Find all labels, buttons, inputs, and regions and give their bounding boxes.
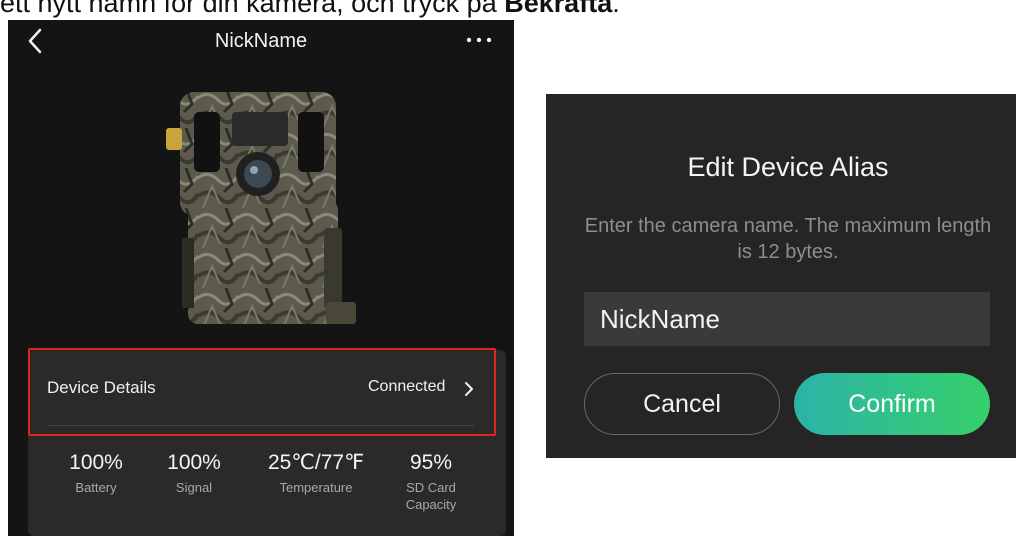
battery-label: Battery — [75, 480, 117, 495]
signal-value: 100% — [167, 451, 221, 474]
trail-camera-image — [166, 92, 356, 324]
alias-input[interactable] — [584, 292, 990, 346]
dialog-title: Edit Device Alias — [687, 152, 889, 182]
dialog-description: Enter the camera name. The maximum lengt… — [584, 215, 992, 263]
more-options-icon[interactable] — [464, 34, 494, 46]
sd-card-value: 95% — [409, 451, 453, 474]
stat-battery: 100% Battery — [46, 450, 146, 496]
sd-card-label: SD Card Capacity — [405, 480, 457, 512]
signal-label: Signal — [175, 480, 213, 495]
divider — [48, 425, 474, 426]
connection-status: Connected — [368, 378, 446, 395]
instruction-caption: ett nytt namn för din kamera, och tryck … — [0, 0, 760, 20]
page-title: NickName — [214, 30, 308, 52]
battery-value: 100% — [69, 451, 123, 474]
device-screen: NickName Device Details Connected 100% B… — [8, 20, 514, 536]
cancel-button[interactable]: Cancel — [584, 373, 780, 435]
device-details-label[interactable]: Device Details — [47, 378, 156, 398]
top-bar: NickName — [8, 20, 514, 64]
caption-end: . — [612, 0, 620, 18]
edit-alias-dialog: Edit Device Alias Enter the camera name.… — [546, 94, 1016, 458]
confirm-button[interactable]: Confirm — [794, 373, 990, 435]
chevron-right-icon[interactable] — [462, 380, 476, 398]
stat-temperature: 25℃/77℉ Temperature — [266, 450, 366, 496]
stat-sd-card: 95% SD Card Capacity — [381, 450, 481, 513]
caption-text: ett nytt namn för din kamera, och tryck … — [0, 0, 505, 18]
stat-signal: 100% Signal — [144, 450, 244, 496]
temperature-label: Temperature — [279, 480, 353, 495]
caption-bold-text: Bekräfta — [504, 0, 613, 18]
temperature-value: 25℃/77℉ — [267, 451, 365, 474]
